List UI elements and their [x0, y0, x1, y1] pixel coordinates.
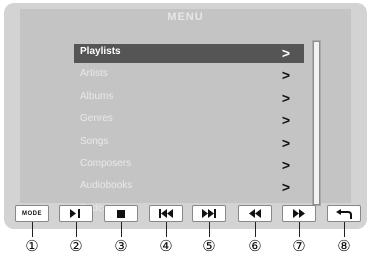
callout-line	[76, 222, 77, 237]
callout-number: ②	[69, 238, 83, 255]
menu-screen: MENU Playlists > Artists > Albums > Genr…	[20, 9, 351, 218]
return-arrow-icon	[336, 208, 352, 219]
callout-line	[299, 222, 300, 237]
stop-icon	[117, 209, 125, 218]
stop-button[interactable]	[104, 205, 138, 222]
callout-number: ⑥	[248, 238, 262, 255]
menu-item-albums[interactable]: Albums >	[74, 89, 304, 108]
fast-forward-icon	[293, 209, 305, 218]
callout-line	[209, 222, 210, 237]
menu-list: Playlists > Artists > Albums > Genres > …	[74, 44, 304, 218]
callout-number: ③	[114, 238, 128, 255]
rewind-button[interactable]	[238, 205, 272, 222]
scrollbar-thumb[interactable]	[313, 41, 320, 205]
skip-previous-icon	[159, 209, 173, 218]
chevron-right-icon: >	[281, 45, 290, 61]
menu-item-artists[interactable]: Artists >	[74, 66, 304, 85]
menu-item-composers[interactable]: Composers >	[74, 156, 304, 175]
play-pause-icon	[70, 209, 80, 218]
menu-item-label: Genres	[80, 113, 113, 125]
screen-title: MENU	[167, 11, 204, 23]
menu-item-label: Albums	[80, 90, 114, 102]
menu-item-playlists[interactable]: Playlists >	[74, 44, 304, 63]
chevron-right-icon: >	[281, 112, 290, 129]
scrollbar[interactable]	[312, 40, 321, 206]
menu-item-label: Composers	[80, 157, 132, 169]
menu-item-audiobooks[interactable]: Audiobooks >	[74, 178, 304, 197]
callout-line	[121, 222, 122, 237]
menu-item-label: Artists	[80, 68, 108, 80]
chevron-right-icon: >	[281, 67, 290, 84]
menu-item-label: Audiobooks	[80, 180, 133, 192]
callout-number: ⑦	[292, 238, 306, 255]
fast-forward-button[interactable]	[282, 205, 316, 222]
skip-next-icon	[202, 209, 216, 218]
callout-line	[255, 222, 256, 237]
callout-number: ⑤	[202, 238, 216, 255]
menu-item-label: Playlists	[80, 46, 121, 57]
chevron-right-icon: >	[281, 134, 290, 151]
callout-line	[166, 222, 167, 237]
callout-number: ④	[159, 238, 173, 255]
callout-number: ⑧	[337, 238, 351, 255]
menu-item-songs[interactable]: Songs >	[74, 134, 304, 153]
mode-button[interactable]: MODE	[15, 205, 49, 222]
chevron-right-icon: >	[281, 179, 290, 196]
rewind-icon	[249, 209, 261, 218]
callout-number: ①	[25, 238, 39, 255]
chevron-right-icon: >	[281, 89, 290, 106]
chevron-right-icon: >	[281, 156, 290, 173]
menu-item-genres[interactable]: Genres >	[74, 111, 304, 130]
menu-item-label: Songs	[80, 135, 109, 147]
back-button[interactable]	[327, 205, 361, 222]
previous-track-button[interactable]	[149, 205, 183, 222]
next-track-button[interactable]	[192, 205, 226, 222]
play-pause-button[interactable]	[59, 205, 93, 222]
mode-button-label: MODE	[22, 210, 42, 217]
callout-line	[344, 222, 345, 237]
callout-line	[32, 222, 33, 237]
